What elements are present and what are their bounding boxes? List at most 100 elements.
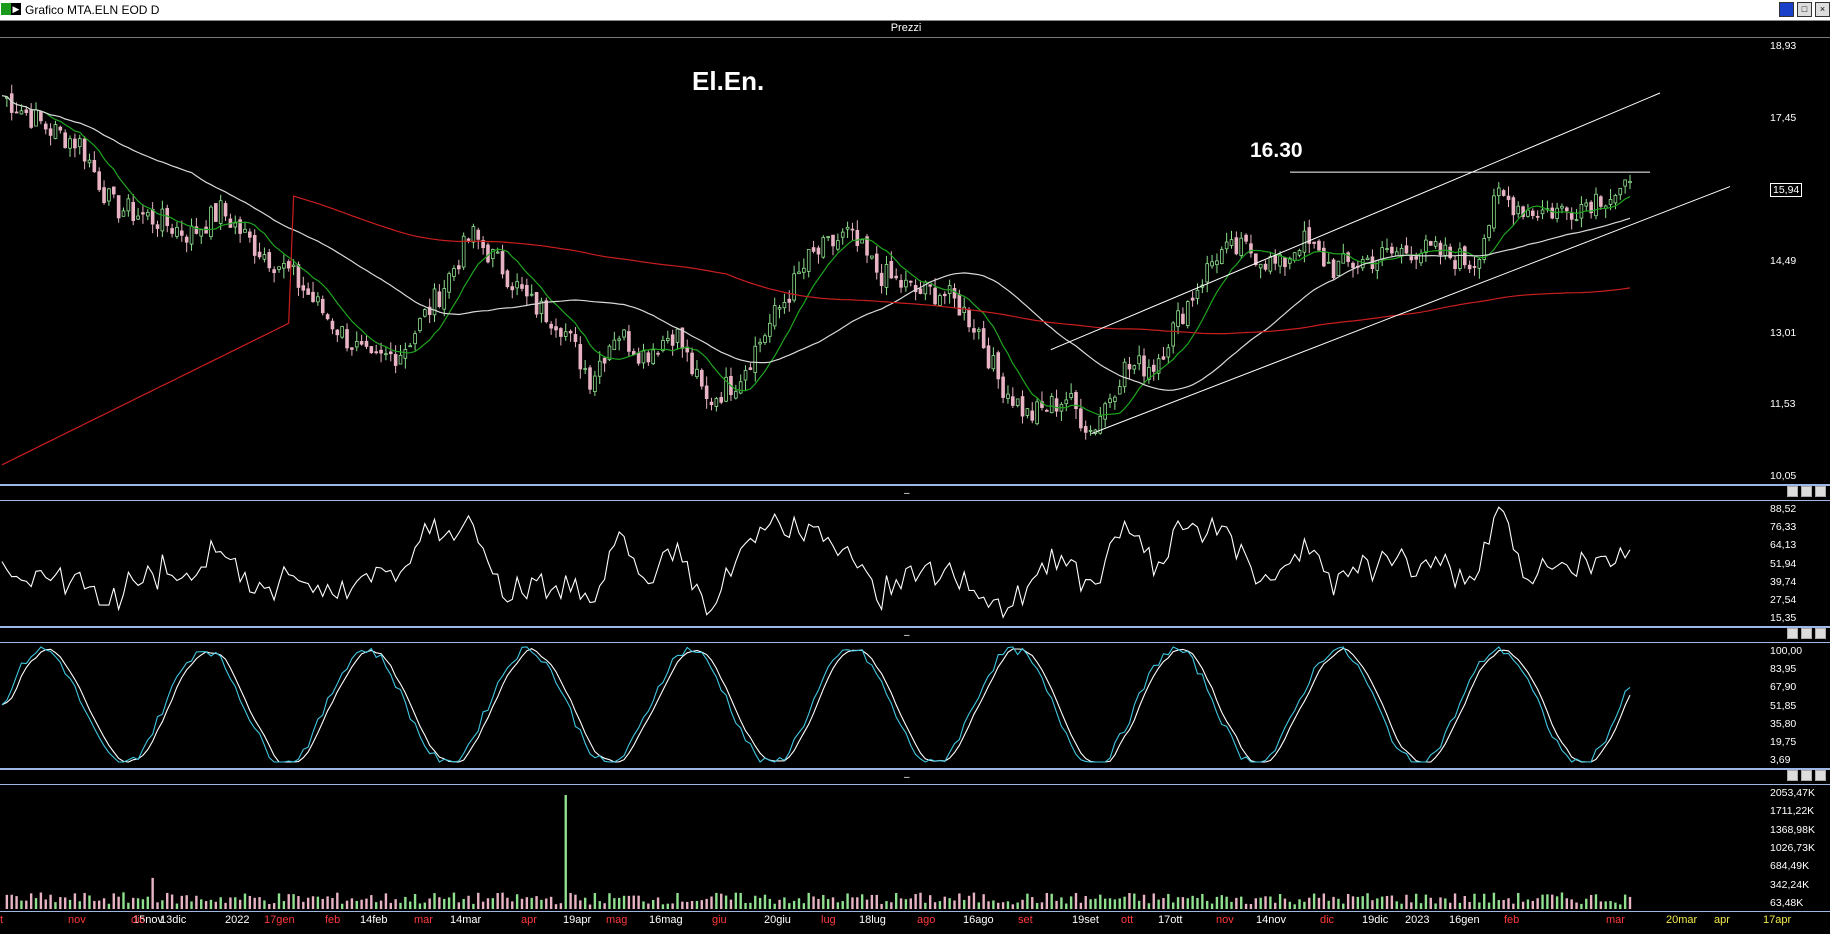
volume-bar <box>1614 902 1617 909</box>
maximize-panel-icon[interactable] <box>1801 628 1812 639</box>
x-tick-label: 19dic <box>1362 914 1389 926</box>
play-icon[interactable]: ▶ <box>11 3 21 15</box>
volume-bar <box>413 894 417 909</box>
panel-separator[interactable]: – <box>0 626 1830 643</box>
y-tick-label: 63,48K <box>1770 897 1804 909</box>
price-panel[interactable] <box>0 38 1812 484</box>
stochastic-panel[interactable] <box>0 643 1812 768</box>
rsi-panel[interactable] <box>0 501 1812 626</box>
maximize-icon[interactable]: □ <box>1797 2 1812 17</box>
maximize-panel-icon[interactable] <box>1801 770 1812 781</box>
candle-body <box>1049 396 1054 414</box>
candle-body <box>180 230 184 236</box>
candle-body <box>369 346 374 354</box>
candle-body <box>53 124 58 139</box>
candle-body <box>1608 199 1613 205</box>
volume-bar <box>122 892 125 909</box>
x-tick-label: 2022 <box>225 914 250 926</box>
x-tick-label: 17gen <box>264 914 295 926</box>
candle-body <box>19 110 24 115</box>
restore-icon[interactable] <box>1779 2 1794 17</box>
volume-bar <box>292 894 295 909</box>
candle-body <box>811 247 816 252</box>
volume-bar <box>200 899 203 909</box>
x-tick-label: mar <box>414 914 433 926</box>
candle-body <box>777 307 782 310</box>
minimize-panel-icon[interactable] <box>1787 628 1798 639</box>
volume-bar <box>904 899 908 909</box>
candle-body <box>821 237 826 258</box>
rsi-chart[interactable] <box>0 501 1830 626</box>
x-tick-label: ago <box>917 914 936 926</box>
candle-body <box>627 331 631 352</box>
maximize-panel-icon[interactable] <box>1801 486 1812 497</box>
volume-bar <box>540 899 543 909</box>
x-tick-label: feb <box>325 914 341 926</box>
volume-bar <box>564 795 567 909</box>
minimize-panel-icon[interactable] <box>1787 770 1798 781</box>
separator-handle[interactable]: – <box>904 630 910 641</box>
volume-chart[interactable] <box>0 785 1830 911</box>
volume-bar <box>277 893 281 909</box>
candle-body <box>748 367 753 370</box>
volume-bar <box>486 898 490 909</box>
candle-body <box>1088 429 1093 432</box>
volume-bar <box>1497 900 1500 909</box>
panel-separator[interactable]: – <box>0 484 1830 501</box>
volume-bar <box>1157 899 1160 909</box>
close-panel-icon[interactable] <box>1815 628 1826 639</box>
panel-separator[interactable]: – <box>0 768 1830 785</box>
volume-bar <box>977 902 980 909</box>
candle-body <box>296 264 301 288</box>
candle-body <box>155 224 160 229</box>
candle-body <box>933 287 937 305</box>
app-icon <box>1 3 11 15</box>
volume-bar <box>681 901 684 909</box>
minimize-panel-icon[interactable] <box>1787 486 1798 497</box>
volume-bar <box>860 894 864 909</box>
close-panel-icon[interactable] <box>1815 770 1826 781</box>
price-chart[interactable] <box>0 38 1830 484</box>
volume-bar <box>676 892 679 909</box>
x-tick-label: set <box>1018 914 1033 926</box>
volume-bar <box>258 897 261 909</box>
candle-body <box>1268 256 1273 272</box>
volume-bar <box>574 894 577 909</box>
volume-bar <box>652 900 655 909</box>
candle-body <box>563 331 568 337</box>
volume-bar <box>1031 897 1034 909</box>
candle-body <box>1375 259 1380 271</box>
candle-body <box>942 293 947 297</box>
volume-bar <box>622 895 626 909</box>
close-icon[interactable]: × <box>1815 2 1830 17</box>
volume-bar <box>1628 896 1632 909</box>
volume-bar <box>1108 898 1112 909</box>
candle-body <box>986 345 991 369</box>
x-tick-label: 20mar <box>1666 914 1698 926</box>
volume-bar <box>350 898 354 909</box>
candle-body <box>1390 246 1394 254</box>
sma-slow-line <box>1 195 1631 466</box>
volume-bar <box>987 901 990 909</box>
close-panel-icon[interactable] <box>1815 486 1826 497</box>
volume-bar <box>1123 896 1126 909</box>
volume-bar <box>1361 896 1364 909</box>
candle-body <box>131 201 136 221</box>
candle-body <box>1496 187 1501 197</box>
candle-body <box>1394 251 1399 257</box>
x-tick-label: 19set <box>1072 914 1099 926</box>
stochastic-chart[interactable] <box>0 643 1830 768</box>
separator-handle[interactable]: – <box>904 488 910 499</box>
candle-body <box>1346 252 1350 262</box>
volume-bar <box>783 897 786 909</box>
candle-body <box>559 328 563 337</box>
candle-body <box>1011 396 1015 406</box>
separator-handle[interactable]: – <box>904 772 910 783</box>
volume-panel[interactable] <box>0 785 1812 911</box>
y-tick-label: 35,80 <box>1770 717 1797 730</box>
volume-bar <box>224 902 227 909</box>
candle-body <box>1001 376 1005 398</box>
volume-bar <box>1274 902 1277 909</box>
volume-bar <box>1220 895 1223 909</box>
x-tick-label: apr <box>521 914 537 926</box>
